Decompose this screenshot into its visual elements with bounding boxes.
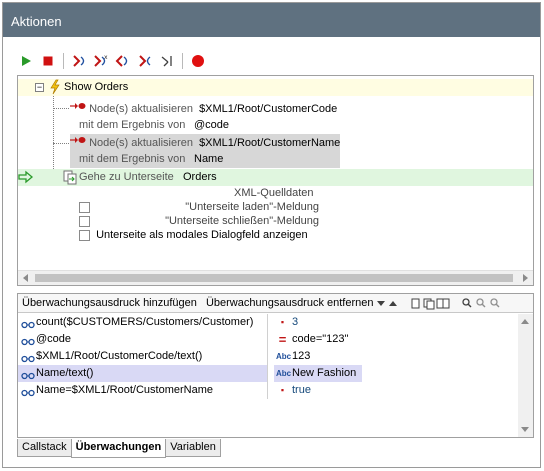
event-icon [49, 79, 61, 101]
watch-row[interactable]: @code = code="123" [18, 331, 518, 348]
scroll-left-icon[interactable] [23, 274, 28, 282]
action-1-result-row: mit dem Ergebnis von @code [79, 117, 229, 134]
collapse-icon[interactable]: − [35, 83, 44, 92]
watch-expression[interactable]: Name=$XML1/Root/CustomerName [18, 382, 268, 399]
actions-window: Aktionen x − Show Orders Node(s) aktuali… [2, 2, 541, 468]
watch-expression-text: count($CUSTOMERS/Customers/Customer) [36, 316, 254, 328]
watch-expression[interactable]: Name/text() [18, 365, 268, 382]
scroll-up-icon[interactable] [521, 319, 529, 324]
modal-dialog-label: Unterseite als modales Dialogfeld anzeig… [96, 229, 308, 241]
tree-line [53, 143, 69, 144]
watch-toolbar: Überwachungsausdruck hinzufügen Überwach… [18, 294, 533, 313]
action-2-result: Name [194, 153, 224, 165]
update-node-action-2[interactable]: Node(s) aktualisieren $XML1/Root/Custome… [70, 134, 340, 151]
tree-line [53, 108, 69, 109]
tab-variables[interactable]: Variablen [165, 439, 221, 457]
watch-expression-text: Name=$XML1/Root/CustomerName [36, 384, 213, 396]
tab-callstack[interactable]: Callstack [17, 439, 72, 457]
step-out-icon[interactable] [112, 51, 134, 71]
watch-expression-text: @code [36, 333, 72, 345]
subpage-icon [63, 170, 77, 191]
watch-value: true [292, 384, 311, 396]
watch-expression[interactable]: @code [18, 331, 268, 348]
goto-subpage-action[interactable]: Gehe zu Unterseite Orders [18, 169, 533, 186]
watch-value: code="123" [292, 333, 349, 345]
toolbar-separator [63, 53, 64, 69]
watch-glasses-icon [21, 369, 35, 382]
tab-watches[interactable]: Überwachungen [70, 439, 167, 458]
scroll-down-icon[interactable] [521, 427, 529, 432]
goto-target: Orders [183, 171, 217, 183]
debug-toolbar: x [15, 51, 209, 71]
watch-expression[interactable]: count($CUSTOMERS/Customers/Customer) [18, 314, 268, 331]
watch-glasses-icon [21, 352, 35, 365]
watch-row[interactable]: Name=$XML1/Root/CustomerName ▪ true [18, 382, 518, 399]
toolbar-separator [182, 53, 183, 69]
tree-root-label: Show Orders [64, 81, 129, 93]
watch-expression[interactable]: $XML1/Root/CustomerCode/text() [18, 348, 268, 365]
watch-glasses-icon [21, 318, 35, 331]
action-1-target: $XML1/Root/CustomerCode [199, 102, 338, 115]
step-into-icon[interactable] [68, 51, 90, 71]
action-1-result: @code [194, 119, 230, 131]
current-step-arrow-icon [18, 170, 34, 190]
debug-tabs: Callstack Überwachungen Variablen [17, 439, 221, 458]
modal-dialog-checkbox[interactable] [79, 229, 90, 241]
watch-expression-text: Name/text() [36, 367, 94, 379]
watch-value: New Fashion [292, 367, 357, 379]
breakpoint-icon[interactable] [187, 51, 209, 71]
add-watch-button[interactable]: Überwachungsausdruck hinzufügen [22, 297, 197, 309]
scroll-right-icon[interactable] [523, 274, 528, 282]
watch-row[interactable]: count($CUSTOMERS/Customers/Customer) ▪ 3 [18, 314, 518, 331]
load-message-checkbox[interactable] [79, 201, 90, 213]
action-1-result-prefix: mit dem Ergebnis von [79, 119, 186, 131]
tree-horizontal-scrollbar[interactable] [18, 270, 533, 285]
watch-type-boolean-icon: ▪ [280, 385, 285, 395]
modal-dialog-option[interactable]: Unterseite als modales Dialogfeld anzeig… [79, 227, 308, 244]
update-node-icon [70, 134, 86, 152]
watch-value: 3 [292, 316, 299, 328]
update-node-icon [70, 100, 86, 118]
svg-text:x: x [104, 54, 108, 61]
watch-row[interactable]: $XML1/Root/CustomerCode/text() Abc 123 [18, 348, 518, 365]
watch-row-selected[interactable]: Name/text() Abc New Fashion [18, 365, 518, 382]
action-tree-panel: − Show Orders Node(s) aktualisieren $XML… [17, 75, 534, 286]
action-1-verb: Node(s) aktualisieren [89, 102, 193, 115]
step-back-icon[interactable] [134, 51, 156, 71]
stop-icon[interactable] [37, 51, 59, 71]
scroll-thumb[interactable] [35, 274, 513, 282]
watch-glasses-icon [21, 335, 35, 348]
watch-type-string-icon: Abc [276, 352, 292, 361]
window-title: Aktionen [3, 3, 540, 37]
watch-type-number-icon: ▪ [280, 317, 285, 327]
watch-value: 123 [292, 350, 311, 362]
watch-type-string-icon: Abc [276, 369, 292, 378]
tree-root-row[interactable]: − Show Orders [18, 79, 533, 96]
remove-watch-button[interactable]: Überwachungsausdruck entfernen [206, 297, 374, 309]
goto-verb: Gehe zu Unterseite [79, 171, 174, 183]
run-to-cursor-icon[interactable] [156, 51, 178, 71]
watch-expression-text: $XML1/Root/CustomerCode/text() [36, 350, 203, 362]
update-node-action-1[interactable]: Node(s) aktualisieren $XML1/Root/Custome… [70, 100, 337, 117]
action-2-result-prefix: mit dem Ergebnis von [79, 153, 186, 165]
run-icon[interactable] [15, 51, 37, 71]
watch-type-attribute-icon: = [278, 332, 287, 347]
action-2-target: $XML1/Root/CustomerName [199, 136, 341, 149]
watch-glasses-icon [21, 386, 35, 399]
close-message-checkbox[interactable] [79, 215, 90, 227]
action-2-verb: Node(s) aktualisieren [89, 136, 193, 149]
step-over-icon[interactable]: x [90, 51, 112, 71]
action-2-result-row: mit dem Ergebnis von Name [70, 151, 340, 168]
watch-panel: Überwachungsausdruck hinzufügen Überwach… [17, 293, 534, 438]
watch-vertical-scrollbar[interactable] [518, 314, 533, 437]
